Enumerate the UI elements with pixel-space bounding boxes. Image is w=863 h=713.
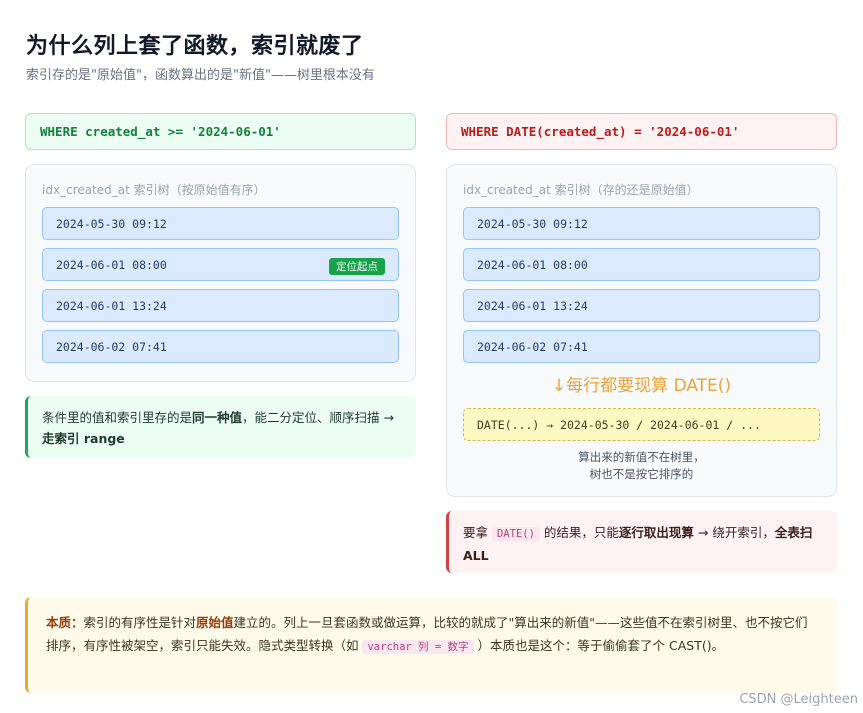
summary-callout: 本质：索引的有序性是针对原始值建立的。列上一旦套函数或做运算，比较的就成了"算出… bbox=[25, 597, 837, 693]
tree-row: 2024-06-01 13:24 bbox=[463, 289, 820, 322]
compute-note: 算出来的新值不在树里， 树也不是按它排序的 bbox=[463, 449, 820, 483]
bad-callout: 要拿 DATE() 的结果，只能逐行取出现算 → 绕开索引，全表扫 ALL bbox=[446, 511, 837, 573]
summary-bold: 原始值 bbox=[196, 615, 234, 630]
inline-code: DATE() bbox=[491, 527, 540, 541]
tree-row-value: 2024-06-01 13:24 bbox=[477, 298, 588, 313]
tree-row: 2024-06-01 13:24 bbox=[42, 289, 399, 322]
tree-row-value: 2024-05-30 09:12 bbox=[477, 216, 588, 231]
callout-text: 要拿 bbox=[463, 525, 492, 540]
callout-text: ，能二分定位、顺序扫描 → bbox=[242, 410, 394, 425]
callout-bold: 走索引 range bbox=[42, 431, 125, 446]
tree-label: idx_created_at 索引树（存的还是原始值） bbox=[463, 183, 699, 197]
tree-row-value: 2024-06-02 07:41 bbox=[477, 339, 588, 354]
compute-box: DATE(...) → 2024-05-30 / 2024-06-01 / ..… bbox=[463, 408, 820, 441]
right-index-tree: idx_created_at 索引树（存的还是原始值） 2024-05-30 0… bbox=[446, 164, 837, 497]
callout-bold: 逐行取出现算 bbox=[618, 525, 694, 540]
tree-row: 2024-05-30 09:12 bbox=[42, 207, 399, 240]
tree-row: 2024-05-30 09:12 bbox=[463, 207, 820, 240]
good-query: WHERE created_at >= '2024-06-01' bbox=[25, 113, 416, 150]
compute-note-line: 算出来的新值不在树里， bbox=[578, 450, 705, 464]
bad-query: WHERE DATE(created_at) = '2024-06-01' bbox=[446, 113, 837, 150]
tree-row: 2024-06-02 07:41 bbox=[463, 330, 820, 363]
watermark: CSDN @Leighteen bbox=[739, 692, 858, 707]
compute-note-line: 树也不是按它排序的 bbox=[589, 467, 694, 481]
tree-row-value: 2024-06-02 07:41 bbox=[56, 339, 167, 354]
inline-code: varchar 列 = 数字 bbox=[362, 640, 474, 654]
callout-text: 的结果，只能 bbox=[539, 525, 619, 540]
good-callout: 条件里的值和索引里存的是同一种值，能二分定位、顺序扫描 → 走索引 range bbox=[25, 396, 416, 458]
callout-bold: 同一种值 bbox=[192, 410, 243, 425]
summary-bold: 本质： bbox=[46, 615, 84, 630]
summary-text: ）本质也是这个：等于偷偷套了个 CAST()。 bbox=[473, 638, 725, 653]
right-column: WHERE DATE(created_at) = '2024-06-01' id… bbox=[446, 113, 837, 573]
tree-row: 2024-06-01 08:00 定位起点 bbox=[42, 248, 399, 281]
callout-text: 条件里的值和索引里存的是 bbox=[42, 410, 193, 425]
left-index-tree: idx_created_at 索引树（按原始值有序） 2024-05-30 09… bbox=[25, 164, 416, 382]
tree-row-value: 2024-05-30 09:12 bbox=[56, 216, 167, 231]
compute-label: ↓每行都要现算 DATE() bbox=[551, 376, 732, 396]
tree-row-value: 2024-06-01 08:00 bbox=[56, 257, 167, 272]
tree-row: 2024-06-01 08:00 bbox=[463, 248, 820, 281]
summary-text: 索引的有序性是针对 bbox=[83, 615, 197, 630]
tree-row-value: 2024-06-01 13:24 bbox=[56, 298, 167, 313]
page-subtitle: 索引存的是"原始值"，函数算出的是"新值"——树里根本没有 bbox=[26, 68, 375, 83]
tree-row: 2024-06-02 07:41 bbox=[42, 330, 399, 363]
page-title: 为什么列上套了函数，索引就废了 bbox=[26, 34, 364, 59]
tree-label: idx_created_at 索引树（按原始值有序） bbox=[42, 183, 266, 197]
tree-row-value: 2024-06-01 08:00 bbox=[477, 257, 588, 272]
callout-text: → 绕开索引， bbox=[693, 525, 775, 540]
start-point-badge: 定位起点 bbox=[329, 258, 385, 275]
left-column: WHERE created_at >= '2024-06-01' idx_cre… bbox=[25, 113, 416, 458]
